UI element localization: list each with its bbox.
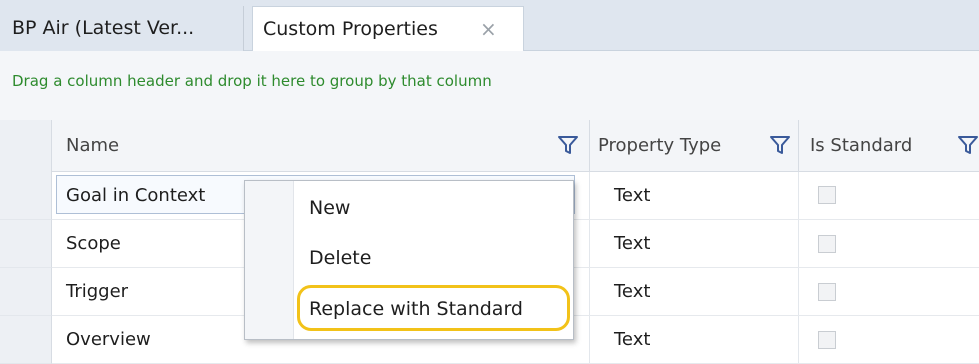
column-separator — [798, 120, 799, 172]
cell-property-type[interactable]: Text — [614, 268, 650, 315]
column-header-label: Name — [66, 135, 120, 156]
row-selector[interactable] — [0, 316, 52, 364]
grid-header: Name Property Type Is Standard — [0, 120, 979, 172]
cell-name[interactable]: Scope — [66, 220, 121, 267]
is-standard-checkbox[interactable] — [818, 186, 836, 204]
filter-icon[interactable] — [556, 133, 580, 157]
column-header-label: Is Standard — [810, 135, 913, 156]
row-selector[interactable] — [0, 268, 52, 316]
menu-item-new[interactable]: New — [309, 197, 350, 219]
column-separator — [798, 172, 799, 219]
cell-name[interactable]: Goal in Context — [66, 172, 205, 219]
group-by-hint: Drag a column header and drop it here to… — [12, 72, 492, 90]
cell-name[interactable]: Trigger — [66, 268, 128, 315]
filter-icon[interactable] — [956, 133, 979, 157]
column-separator — [589, 120, 590, 172]
cell-property-type[interactable]: Text — [614, 220, 650, 267]
cell-name[interactable]: Overview — [66, 316, 151, 363]
highlight-outline — [297, 285, 570, 331]
filter-icon[interactable] — [768, 133, 792, 157]
column-header-property-type[interactable]: Property Type — [598, 120, 758, 172]
column-separator — [589, 172, 590, 219]
column-separator — [798, 316, 799, 363]
column-separator — [589, 220, 590, 267]
row-selector[interactable] — [0, 172, 52, 220]
column-separator — [798, 268, 799, 315]
tab-label: BP Air (Latest Ver... — [12, 17, 195, 39]
is-standard-checkbox[interactable] — [818, 283, 836, 301]
tab-custom-properties[interactable]: Custom Properties × — [252, 6, 524, 52]
document-tab-bar: BP Air (Latest Ver... Custom Properties … — [0, 0, 979, 52]
column-header-name[interactable]: Name — [66, 120, 566, 172]
menu-item-delete[interactable]: Delete — [309, 247, 371, 269]
is-standard-checkbox[interactable] — [818, 235, 836, 253]
column-header-is-standard[interactable]: Is Standard — [810, 120, 950, 172]
column-separator — [798, 220, 799, 267]
column-separator — [589, 268, 590, 315]
is-standard-checkbox[interactable] — [818, 331, 836, 349]
tab-bp-air[interactable]: BP Air (Latest Ver... — [0, 6, 244, 51]
cell-property-type[interactable]: Text — [614, 172, 650, 219]
group-by-panel[interactable]: Drag a column header and drop it here to… — [0, 51, 979, 120]
column-header-label: Property Type — [598, 135, 722, 156]
row-selector[interactable] — [0, 220, 52, 268]
column-separator — [589, 316, 590, 363]
header-row-selector — [0, 120, 52, 172]
context-menu-icon-gutter — [245, 181, 294, 339]
close-icon[interactable]: × — [480, 7, 497, 52]
cell-property-type[interactable]: Text — [614, 316, 650, 363]
tab-label: Custom Properties — [263, 18, 438, 40]
